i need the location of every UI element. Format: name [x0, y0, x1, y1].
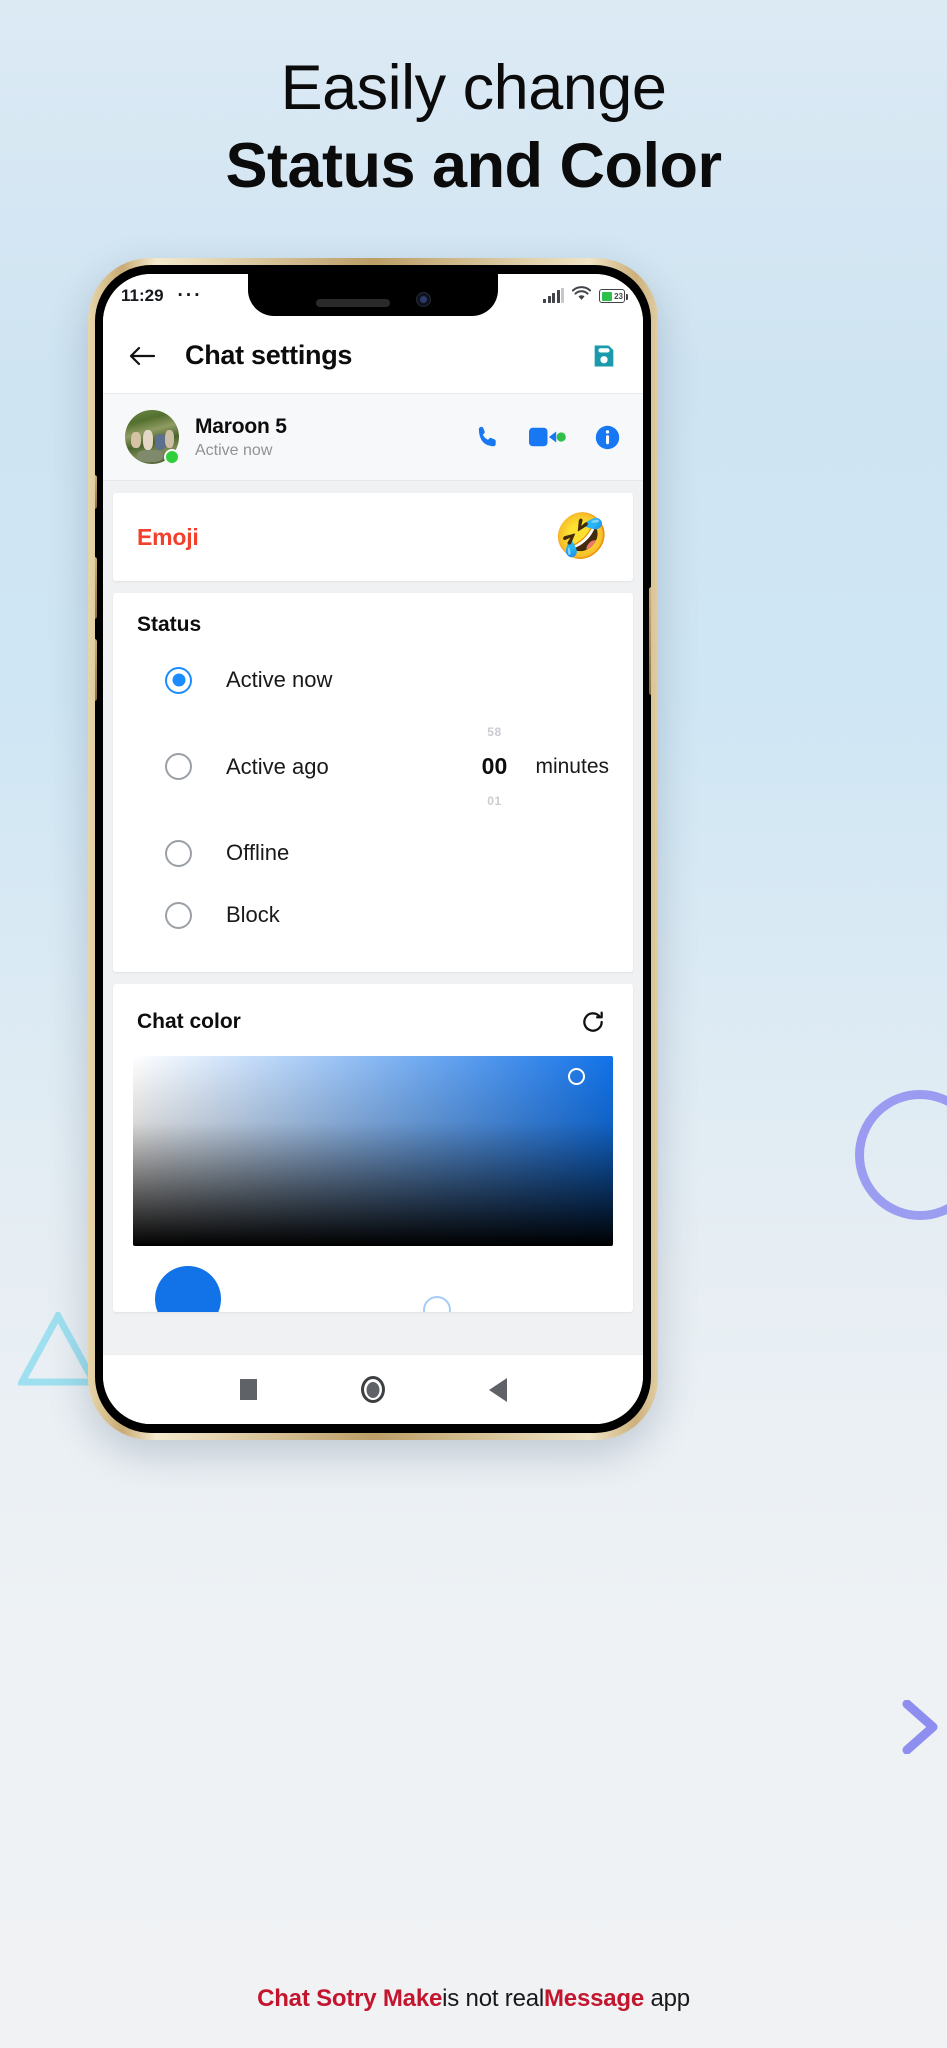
footer-brand-2: Message	[544, 1985, 644, 2012]
info-circle-icon[interactable]	[594, 424, 621, 451]
status-option-label: Active ago	[226, 753, 329, 779]
front-camera	[415, 292, 431, 307]
minutes-picker-next: 01	[487, 794, 502, 808]
phone-screen: 11:29 ··· 23 Chat settings Maroon 5 Acti…	[103, 274, 643, 1424]
status-option-offline[interactable]: Offline	[113, 822, 633, 884]
status-option-label: Block	[226, 902, 280, 927]
footer-disclaimer: Chat Sotry Makeis not realMessage app	[0, 1985, 947, 2013]
phone-bezel: 11:29 ··· 23 Chat settings Maroon 5 Acti…	[95, 265, 651, 1433]
status-option-active-ago[interactable]: Active ago 58 00 01 minutes	[113, 711, 633, 822]
phone-mute-switch	[95, 475, 97, 509]
phone-notch	[248, 274, 498, 316]
emoji-glyph[interactable]: 🤣	[554, 515, 609, 559]
headline: Easily change Status and Color	[0, 52, 947, 203]
phone-volume-up-button	[95, 557, 97, 619]
video-camera-icon[interactable]	[529, 425, 566, 449]
circle-icon[interactable]	[360, 1376, 385, 1403]
status-section-title: Status	[137, 613, 202, 636]
minutes-unit-label: minutes	[535, 754, 609, 778]
contact-status-text: Active now	[195, 441, 273, 459]
status-bar-notification-dots: ···	[177, 285, 203, 306]
chat-color-section: Chat color	[113, 984, 633, 1312]
chat-color-header: Chat color	[113, 984, 633, 1056]
status-option-label: Active now	[226, 667, 333, 692]
status-option-label: Offline	[226, 840, 290, 865]
status-bar: 11:29 ··· 23	[103, 274, 643, 318]
contact-meta: Maroon 5 Active now	[195, 415, 287, 460]
radio-active-now[interactable]	[165, 666, 192, 694]
status-option-active-now[interactable]: Active now	[113, 649, 633, 711]
chat-color-title: Chat color	[137, 1010, 241, 1033]
hue-slider[interactable]	[133, 1266, 613, 1312]
avatar[interactable]	[125, 410, 180, 465]
emoji-label: Emoji	[137, 523, 199, 550]
back-button[interactable]	[125, 339, 159, 373]
saturation-value-picker[interactable]	[133, 1056, 613, 1246]
status-bar-indicators: 23	[543, 286, 628, 306]
battery-icon: 23	[599, 289, 628, 303]
android-nav-bar	[103, 1354, 643, 1424]
decorative-arrow	[899, 1699, 939, 1759]
online-status-dot	[164, 449, 180, 465]
headline-line-1: Easily change	[280, 53, 667, 123]
status-section: Status Active now Active ago 58 00 01 mi…	[113, 593, 633, 972]
radio-offline[interactable]	[165, 839, 192, 867]
alpha-slider-knob[interactable]	[423, 1296, 451, 1312]
cellular-signal-icon	[543, 288, 564, 303]
hue-slider-knob[interactable]	[155, 1266, 221, 1312]
minutes-number-picker[interactable]: 58 00 01 minutes	[467, 725, 609, 808]
earpiece-speaker	[315, 299, 390, 307]
battery-percent: 23	[614, 291, 623, 301]
phone-mockup: 11:29 ··· 23 Chat settings Maroon 5 Acti…	[88, 258, 658, 1440]
contact-actions	[474, 424, 621, 451]
radio-active-ago[interactable]	[165, 753, 192, 780]
contact-header-row[interactable]: Maroon 5 Active now	[103, 394, 643, 481]
color-picker-handle[interactable]	[568, 1068, 585, 1085]
refresh-icon[interactable]	[577, 1006, 609, 1038]
minutes-picker-column[interactable]: 58 00 01	[467, 725, 521, 808]
decorative-triangle	[16, 1308, 100, 1393]
status-bar-time: 11:29	[121, 286, 164, 305]
contact-name: Maroon 5	[195, 414, 287, 438]
minutes-picker-value: 00	[481, 753, 508, 779]
minutes-picker-prev: 58	[487, 725, 502, 739]
footer-tail: app	[644, 1985, 690, 2012]
decorative-circle	[855, 1090, 947, 1220]
headline-line-2: Status and Color	[225, 131, 722, 202]
app-bar: Chat settings	[103, 318, 643, 394]
phone-power-button	[649, 587, 651, 695]
emoji-row[interactable]: Emoji 🤣	[113, 493, 633, 581]
square-icon[interactable]	[239, 1379, 257, 1400]
triangle-back-icon[interactable]	[488, 1377, 507, 1402]
footer-brand: Chat Sotry Make	[257, 1985, 443, 2012]
status-option-block[interactable]: Block	[113, 884, 633, 946]
phone-icon[interactable]	[474, 424, 501, 451]
phone-volume-down-button	[95, 639, 97, 701]
page-title: Chat settings	[185, 340, 353, 370]
wifi-icon	[571, 286, 592, 306]
save-button[interactable]	[587, 339, 621, 373]
footer-middle: is not real	[442, 1985, 544, 2012]
radio-block[interactable]	[165, 901, 192, 929]
settings-scroll-area[interactable]: Maroon 5 Active now Emoji 🤣 Status Activ…	[103, 394, 643, 1354]
